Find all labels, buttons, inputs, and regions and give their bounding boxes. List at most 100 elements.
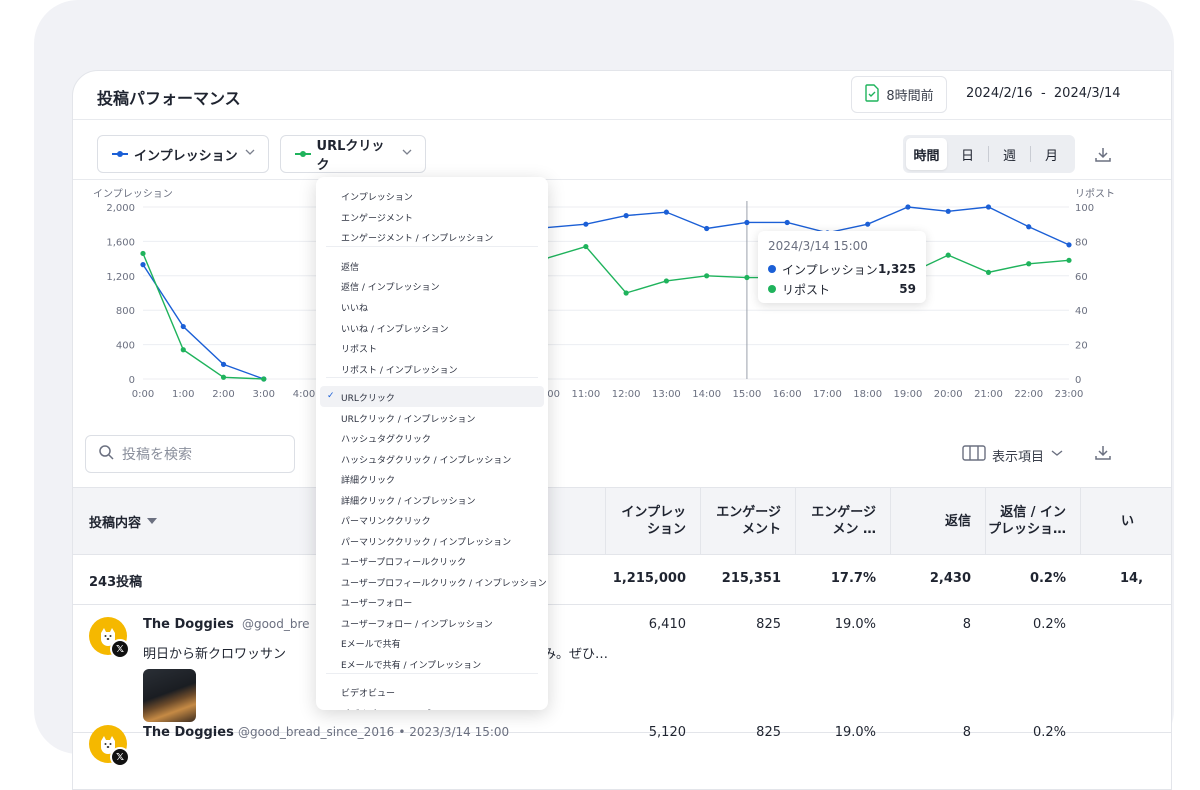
- column-header-post[interactable]: 投稿内容: [89, 512, 158, 531]
- granularity-toggle: 時間 日 週 月: [903, 135, 1075, 173]
- column-header-label: 返信 / イン: [1000, 505, 1066, 520]
- date-end: 2024/3/14: [1053, 86, 1121, 101]
- right-axis-tick: 60: [1075, 272, 1088, 283]
- columns-button[interactable]: 表示項目: [962, 445, 1064, 465]
- data-point: [180, 347, 186, 353]
- menu-item[interactable]: リポスト: [341, 342, 377, 355]
- summary-value: 2,430: [929, 571, 971, 586]
- menu-item[interactable]: 返信 / インプレッション: [341, 280, 440, 293]
- menu-item[interactable]: ビデオビュー: [341, 686, 395, 699]
- granularity-month[interactable]: 月: [1031, 138, 1072, 170]
- menu-item[interactable]: Eメールで共有: [341, 637, 401, 650]
- menu-item[interactable]: 詳細クリック / インプレッション: [341, 494, 476, 507]
- data-point: [140, 262, 146, 268]
- row-value: 19.0%: [834, 617, 876, 632]
- right-axis-tick: 80: [1075, 237, 1088, 248]
- post-search-input[interactable]: 投稿を検索: [85, 435, 295, 473]
- summary-value: 17.7%: [830, 571, 876, 586]
- data-point: [945, 252, 951, 258]
- series-dot-icon: [768, 285, 776, 293]
- granularity-week[interactable]: 週: [989, 138, 1030, 170]
- x-axis-tick: 23:00: [1055, 389, 1084, 400]
- left-axis-tick: 2,000: [106, 203, 135, 214]
- menu-item[interactable]: インプレッション: [341, 190, 413, 203]
- menu-item[interactable]: ユーザープロフィールクリック / インプレッション: [341, 576, 547, 589]
- x-axis-tick: 12:00: [612, 389, 641, 400]
- column-header-reply-rate[interactable]: 返信 / イン プレッショ…: [985, 488, 1080, 554]
- x-axis-tick: 4:00: [293, 389, 315, 400]
- menu-item[interactable]: Eメールで共有 / インプレッション: [341, 658, 481, 671]
- menu-item[interactable]: ユーザープロフィールクリック: [341, 555, 466, 568]
- right-axis-tick: 40: [1075, 306, 1088, 317]
- data-point: [1026, 261, 1032, 267]
- date-range-picker[interactable]: 2024/2/16 - 2024/3/14: [966, 86, 1121, 101]
- post-date: • 2023/3/14 15:00: [398, 725, 510, 739]
- chart-download-icon[interactable]: [1093, 145, 1113, 169]
- row-value: 19.0%: [834, 725, 876, 740]
- menu-item[interactable]: リポスト / インプレッション: [341, 363, 458, 376]
- metric-select-primary[interactable]: インプレッション: [97, 135, 269, 173]
- menu-item[interactable]: URLクリック / インプレッション: [341, 412, 475, 425]
- x-logo-icon: 𝕏: [110, 747, 130, 767]
- menu-item[interactable]: パーマリンククリック / インプレッション: [341, 535, 511, 548]
- menu-item[interactable]: 返信: [341, 260, 359, 273]
- metric-select-secondary[interactable]: URLクリック: [280, 135, 426, 173]
- data-point: [663, 278, 669, 284]
- columns-icon: [962, 445, 986, 465]
- menu-item[interactable]: パーマリンククリック: [341, 514, 431, 527]
- menu-item[interactable]: ハッシュタグクリック: [341, 432, 431, 445]
- data-point: [985, 269, 992, 275]
- column-header-engagements[interactable]: エンゲージ メント: [700, 488, 795, 554]
- column-header-impressions[interactable]: インプレッ ション: [605, 488, 700, 554]
- sync-status-button[interactable]: 8時間前: [851, 76, 947, 113]
- x-axis-tick: 20:00: [934, 389, 963, 400]
- menu-item[interactable]: ユーザーフォロー / インプレッション: [341, 617, 493, 630]
- menu-item[interactable]: いいね / インプレッション: [341, 322, 449, 335]
- column-header-likes[interactable]: い: [1080, 488, 1171, 554]
- right-axis-tick: 0: [1075, 375, 1081, 386]
- series-dot-icon: [768, 265, 776, 273]
- chart-tooltip: 2024/3/14 15:00 インプレッション 1,325 リポスト 59: [758, 231, 926, 303]
- metric-select-secondary-label: URLクリック: [316, 139, 385, 173]
- menu-item[interactable]: ユーザーフォロー: [341, 596, 412, 609]
- menu-item[interactable]: いいね: [341, 301, 368, 314]
- x-axis-tick: 3:00: [253, 389, 275, 400]
- left-axis-tick: 1,600: [106, 237, 135, 248]
- tooltip-value: 59: [899, 282, 916, 296]
- granularity-hour[interactable]: 時間: [906, 138, 947, 170]
- date-start: 2024/2/16: [966, 86, 1033, 101]
- post-performance-panel: 投稿パフォーマンス 8時間前 2024/2/16 - 2024/3/14 インプ…: [72, 70, 1172, 790]
- data-point: [261, 376, 267, 382]
- search-icon: [98, 444, 114, 464]
- menu-item[interactable]: ハッシュタグクリック / インプレッション: [341, 453, 511, 466]
- menu-divider: [326, 673, 538, 674]
- table-row[interactable]: 𝕏 The Doggies @good_bread_since_2016 • 2…: [73, 713, 1171, 789]
- data-point: [1066, 257, 1072, 263]
- row-value: 0.2%: [1032, 725, 1066, 740]
- granularity-day[interactable]: 日: [947, 138, 988, 170]
- menu-item[interactable]: エンゲージメント / インプレッション: [341, 231, 493, 244]
- menu-item[interactable]: ビデオビュー / インプレッション: [341, 707, 476, 710]
- menu-item[interactable]: 詳細クリック: [341, 473, 395, 486]
- column-header-label: メン …: [832, 522, 876, 537]
- column-header-engagement-rate[interactable]: エンゲージ メン …: [795, 488, 890, 554]
- x-axis-tick: 13:00: [652, 389, 681, 400]
- data-point: [180, 323, 186, 330]
- summary-value: 215,351: [721, 571, 781, 586]
- data-point: [583, 243, 589, 250]
- column-header-replies[interactable]: 返信: [890, 488, 985, 554]
- menu-item[interactable]: エンゲージメント: [341, 211, 413, 224]
- series-marker-icon: [112, 150, 128, 157]
- tooltip-row: インプレッション 1,325: [768, 259, 916, 279]
- document-check-icon: [864, 83, 880, 106]
- data-point: [945, 208, 951, 214]
- row-value: 6,410: [648, 617, 686, 632]
- x-axis-tick: 19:00: [894, 389, 923, 400]
- tooltip-value: 1,325: [878, 262, 916, 276]
- data-point: [140, 250, 146, 257]
- menu-item[interactable]: URLクリック: [341, 391, 395, 404]
- table-download-icon[interactable]: [1093, 443, 1113, 467]
- table-header: 投稿内容 インプレッ ション エンゲージ メント エンゲージ メン … 返信 返信 /…: [73, 487, 1171, 555]
- x-axis-tick: 22:00: [1014, 389, 1043, 400]
- x-axis-tick: 16:00: [773, 389, 802, 400]
